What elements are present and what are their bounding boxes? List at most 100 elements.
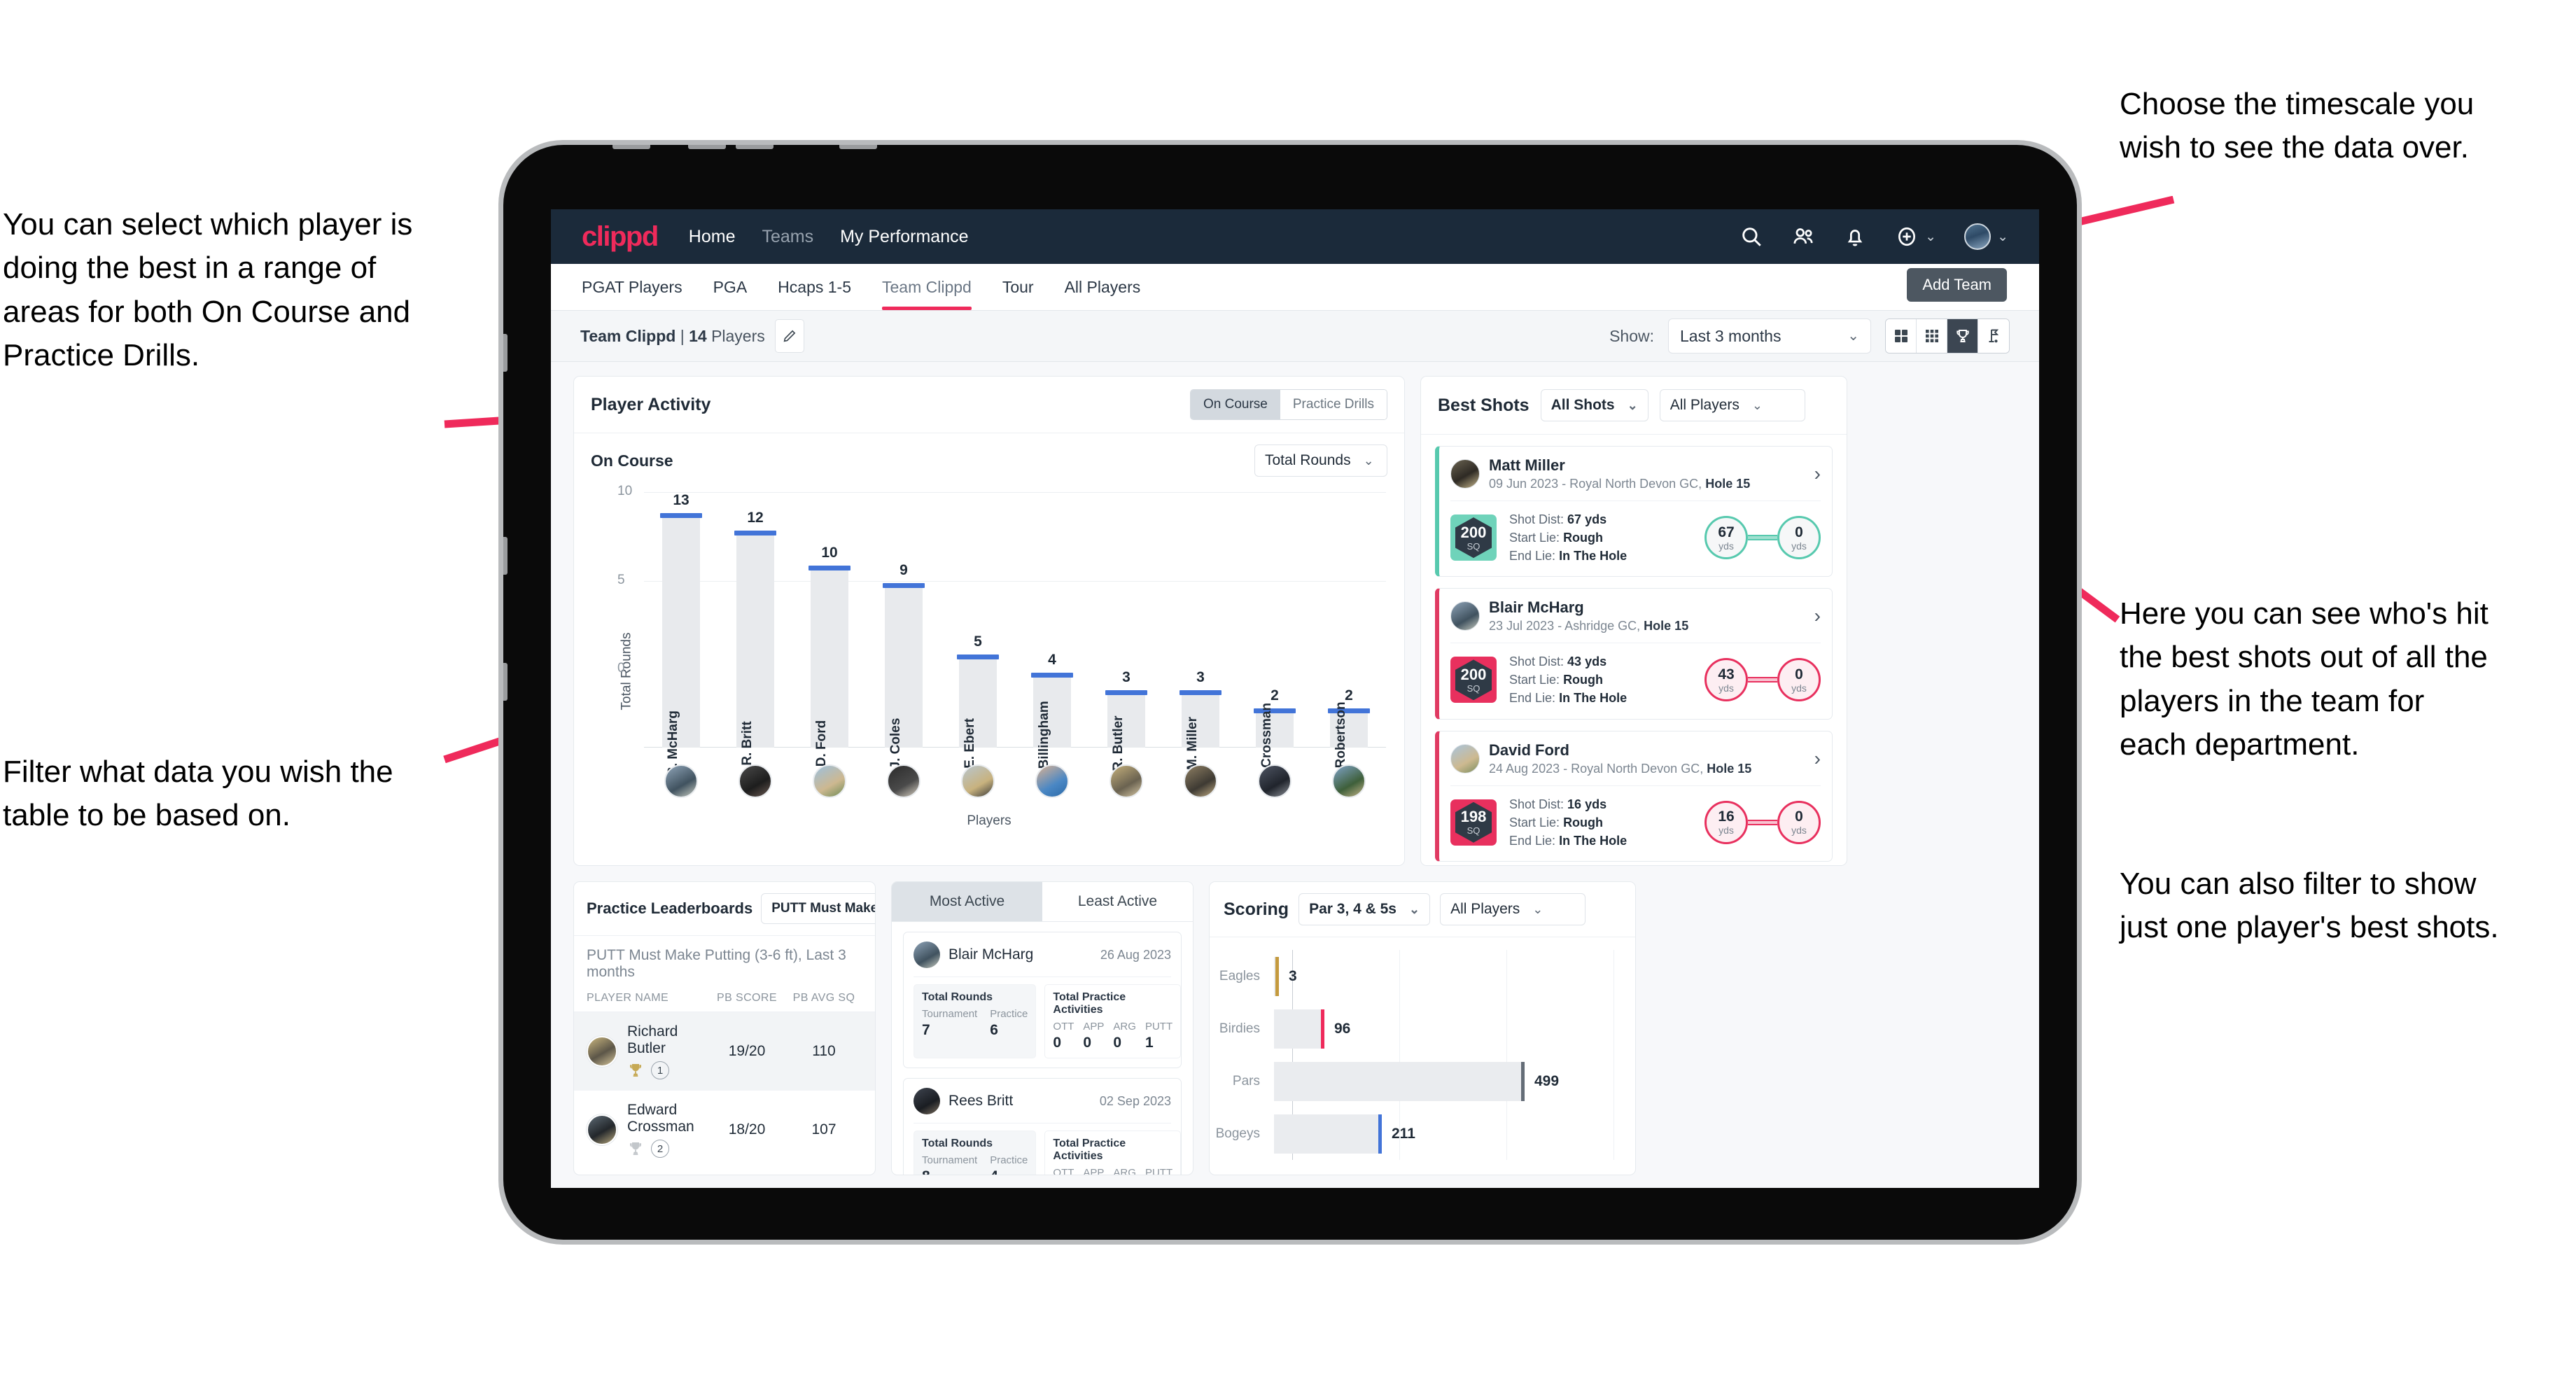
best-shot-item[interactable]: Blair McHarg 23 Jul 2023 - Ashridge GC, … (1435, 588, 1833, 720)
avatar (913, 941, 940, 968)
avatar-cell[interactable] (644, 764, 718, 798)
segment-on-course[interactable]: On Course (1191, 390, 1280, 419)
best-shot-meta: 24 Aug 2023 - Royal North Devon GC, Hole… (1489, 762, 1751, 776)
scoring-player-select[interactable]: All Players ⌄ (1440, 893, 1586, 925)
stat-key: APP (1083, 1167, 1105, 1175)
avatar-cell[interactable] (1089, 764, 1163, 798)
avatar-cell[interactable] (1163, 764, 1238, 798)
avatar-cell[interactable] (1238, 764, 1312, 798)
leaderboard-row[interactable]: Richard Butler 1 19/20 110 (574, 1012, 875, 1091)
user-menu[interactable]: ⌄ (1964, 223, 2008, 250)
best-shot-identity: Blair McHarg 23 Jul 2023 - Ashridge GC, … (1489, 598, 1688, 634)
view-toggle-trophy[interactable] (1947, 319, 1978, 353)
chevron-right-icon[interactable]: › (1814, 464, 1821, 484)
best-shot-item[interactable]: Matt Miller 09 Jun 2023 - Royal North De… (1435, 446, 1833, 578)
avatar[interactable] (887, 764, 920, 798)
nav-link-teams[interactable]: Teams (762, 227, 813, 247)
avatar-cell[interactable] (718, 764, 792, 798)
leaderboard-row[interactable]: Edward Crossman 2 18/20 107 (574, 1091, 875, 1169)
avatar-cell[interactable] (792, 764, 867, 798)
toolbar-right-group: Show: Last 3 months ⌄ (1609, 318, 2010, 354)
bar-group[interactable]: 10 D. Ford (792, 492, 867, 766)
bar-group[interactable]: 4 D. Billingham (1015, 492, 1089, 786)
view-toggle-golf-flag[interactable] (1978, 319, 2009, 353)
activity-item[interactable]: Blair McHarg 26 Aug 2023 Total Rounds To… (903, 932, 1182, 1068)
people-icon[interactable] (1791, 225, 1815, 248)
view-toggle-grid-3x3[interactable] (1917, 319, 1947, 353)
best-shot-details: Shot Dist: 67 yds Start Lie: Rough End L… (1509, 510, 1627, 565)
player-activity-card: Player Activity On Course Practice Drill… (573, 376, 1405, 866)
metric-select[interactable]: Total Rounds ⌄ (1254, 444, 1387, 477)
scoring-row[interactable]: Eagles 3 (1210, 956, 1617, 996)
avatar-cell[interactable] (1312, 764, 1386, 798)
shot-filter-value: All Shots (1550, 397, 1615, 413)
tab-tour[interactable]: Tour (1002, 264, 1034, 310)
dashboard-content: Player Activity On Course Practice Drill… (551, 362, 2039, 1188)
nav-link-my-performance[interactable]: My Performance (840, 227, 968, 247)
bar-value: 3 (1122, 669, 1130, 685)
bar-group[interactable]: 5 E. Ebert (941, 492, 1015, 769)
chevron-right-icon[interactable]: › (1814, 606, 1821, 626)
stat-key: Practice (990, 1008, 1028, 1020)
avatar[interactable] (1332, 764, 1366, 798)
avatar[interactable] (1110, 764, 1143, 798)
avatar-cell[interactable] (1015, 764, 1089, 798)
best-shot-item[interactable]: David Ford 24 Aug 2023 - Royal North Dev… (1435, 730, 1833, 862)
tab-pga[interactable]: PGA (713, 264, 748, 310)
avatar-cell[interactable] (867, 764, 941, 798)
stat-key: Tournament (922, 1154, 978, 1166)
tab-least-active[interactable]: Least Active (1042, 882, 1193, 921)
bar-group[interactable]: 12 R. Britt (718, 492, 792, 766)
avatar[interactable] (1035, 764, 1069, 798)
tab-all-players[interactable]: All Players (1065, 264, 1141, 310)
scoring-row[interactable]: Birdies 96 (1210, 1009, 1617, 1049)
plus-circle-icon[interactable] (1895, 225, 1919, 248)
chevron-right-icon[interactable]: › (1814, 748, 1821, 769)
edit-team-button[interactable] (774, 319, 804, 353)
scoring-title: Scoring (1224, 899, 1289, 919)
tab-hcaps-1-5[interactable]: Hcaps 1-5 (778, 264, 851, 310)
view-toggle-grid-2x2[interactable] (1886, 319, 1917, 353)
bar-group[interactable]: 2 C. Robertson (1312, 492, 1386, 785)
avatar[interactable] (1258, 764, 1292, 798)
drill-select[interactable]: PUTT Must Make Putting ... ⌄ (761, 893, 875, 924)
clippd-logo[interactable]: clippd (582, 221, 659, 253)
bell-icon[interactable] (1843, 225, 1867, 248)
avatar[interactable] (1964, 223, 1991, 250)
dashboard-row-top: Player Activity On Course Practice Drill… (573, 376, 2017, 866)
tab-team-clippd[interactable]: Team Clippd (882, 264, 972, 310)
bar[interactable] (734, 531, 776, 748)
add-menu[interactable]: ⌄ (1895, 225, 1936, 248)
avatar[interactable] (813, 764, 846, 798)
bar-value: 2 (1270, 687, 1279, 704)
bar-group[interactable]: 13 B. McHarg (644, 492, 718, 776)
best-shots-shot-filter[interactable]: All Shots ⌄ (1540, 389, 1648, 421)
chevron-down-icon[interactable]: ⌄ (1997, 230, 2008, 244)
activity-item[interactable]: Rees Britt 02 Sep 2023 Total Rounds Tour… (903, 1078, 1182, 1175)
timescale-select[interactable]: Last 3 months ⌄ (1668, 318, 1871, 354)
avatar[interactable] (961, 764, 995, 798)
tab-most-active[interactable]: Most Active (892, 882, 1042, 921)
stat-value: 1 (1144, 1035, 1154, 1051)
segment-practice-drills[interactable]: Practice Drills (1280, 390, 1387, 419)
scoring-row[interactable]: Pars 499 (1210, 1061, 1617, 1101)
bar-group[interactable]: 3 R. Butler (1089, 492, 1163, 771)
nav-link-home[interactable]: Home (689, 227, 736, 247)
chevron-down-icon[interactable]: ⌄ (1925, 230, 1936, 244)
avatar[interactable] (738, 764, 772, 798)
search-icon[interactable] (1740, 225, 1763, 248)
best-shot-meta: 09 Jun 2023 - Royal North Devon GC, Hole… (1489, 477, 1750, 491)
bar-group[interactable]: 3 M. Miller (1163, 492, 1238, 770)
bar-group[interactable]: 2 E. Crossman (1238, 492, 1312, 784)
avatar[interactable] (664, 764, 698, 798)
best-shots-player-filter[interactable]: All Players ⌄ (1659, 389, 1805, 421)
avatar-cell[interactable] (941, 764, 1015, 798)
tab-pgat-players[interactable]: PGAT Players (582, 264, 682, 310)
distance-from-unit: yds (1718, 682, 1734, 694)
best-shot-course: Royal North Devon GC, (1571, 761, 1704, 776)
scoring-row[interactable]: Bogeys 211 (1210, 1114, 1617, 1154)
bar-group[interactable]: 9 J. Coles (867, 492, 941, 769)
end-lie-line: End Lie: In The Hole (1509, 832, 1627, 850)
par-select[interactable]: Par 3, 4 & 5s ⌄ (1298, 893, 1431, 925)
avatar[interactable] (1184, 764, 1217, 798)
